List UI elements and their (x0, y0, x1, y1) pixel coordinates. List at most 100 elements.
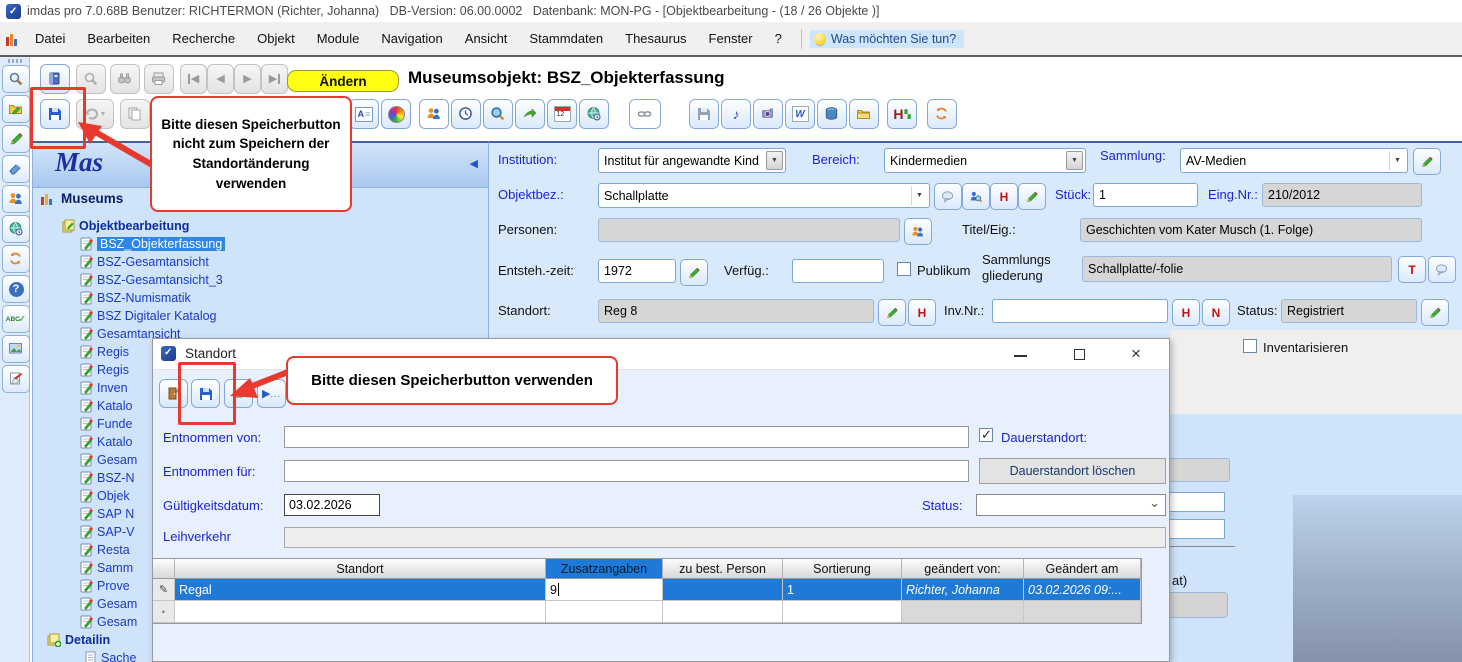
menu-bearbeiten[interactable]: Bearbeiten (76, 28, 161, 49)
dropdown-arrow-icon[interactable] (1389, 151, 1405, 170)
rail-drag-handle[interactable] (8, 59, 22, 63)
tree-item[interactable]: Resta (79, 541, 130, 559)
menu-navigation[interactable]: Navigation (370, 28, 453, 49)
dauerstandort-checkbox[interactable] (979, 428, 993, 442)
standort-edit-button[interactable] (878, 299, 906, 326)
tree-item[interactable]: BSZ-Gesamtansicht (79, 253, 209, 271)
tree-item[interactable]: Funde (79, 415, 132, 433)
col-sortierung[interactable]: Sortierung (783, 559, 902, 579)
menu-recherche[interactable]: Recherche (161, 28, 246, 49)
tree-root-objektbearbeitung[interactable]: Objektbearbeitung (61, 217, 189, 235)
tree-item[interactable]: SAP N (79, 505, 134, 523)
rail-help-button[interactable]: ? (2, 275, 30, 303)
first-record-button[interactable]: ◀ (180, 64, 207, 94)
rail-search-button[interactable] (2, 65, 30, 93)
tree-item[interactable]: Samm (79, 559, 133, 577)
inventarisieren-checkbox[interactable] (1243, 339, 1257, 353)
folder-button[interactable] (849, 99, 879, 129)
col-zusatzangaben[interactable]: Zusatzangaben (546, 559, 663, 579)
minimize-icon[interactable] (1014, 355, 1027, 357)
tree-item[interactable]: BSZ-Gesamtansicht_3 (79, 271, 223, 289)
entstehzeit-input[interactable]: 1972 (598, 259, 676, 283)
gueltigkeitsdatum-input[interactable]: 03.02.2026 (284, 494, 380, 516)
sammlung-combo[interactable]: AV-Medien (1180, 148, 1408, 173)
tree-item[interactable]: Sache (83, 649, 136, 662)
video-button[interactable] (753, 99, 783, 129)
tree-item-selected[interactable]: BSZ_Objekterfassung (79, 235, 225, 253)
tree-item[interactable]: Gesam (79, 595, 137, 613)
last-record-button[interactable]: ▶ (261, 64, 288, 94)
rail-refresh-button[interactable] (2, 245, 30, 273)
objektbez-comment-button[interactable] (934, 183, 962, 210)
dialog-status-dropdown[interactable] (976, 494, 1166, 516)
thesaurus-button[interactable]: T (1398, 256, 1426, 283)
cell-sortierung[interactable] (783, 601, 902, 623)
media-save-button[interactable] (689, 99, 719, 129)
status-edit-button[interactable] (1421, 299, 1449, 326)
tree-item[interactable]: Regis (79, 343, 129, 361)
tree-item[interactable]: Prove (79, 577, 130, 595)
export-button[interactable] (515, 99, 545, 129)
cell-zu-best-person[interactable] (663, 601, 783, 623)
cell-zusatzangaben-editing[interactable]: 9 (546, 579, 663, 601)
rail-erase-button[interactable] (2, 155, 30, 183)
print-button-disabled[interactable] (144, 64, 174, 94)
entnommen-fuer-input[interactable] (284, 460, 969, 482)
rail-edit-button[interactable] (2, 125, 30, 153)
invnr-input[interactable] (992, 299, 1168, 323)
tree-item[interactable]: BSZ-Numismatik (79, 289, 191, 307)
cell-sortierung[interactable]: 1 (783, 579, 902, 601)
personen-button[interactable] (904, 218, 932, 245)
gliederung-comment-button[interactable] (1428, 256, 1456, 283)
cell-zu-best-person[interactable] (663, 579, 783, 601)
dropdown-arrow-icon[interactable] (1066, 151, 1083, 170)
col-geaendert-von[interactable]: geändert von: (902, 559, 1024, 579)
archive-button[interactable] (817, 99, 847, 129)
tree-item[interactable]: SAP-V (79, 523, 135, 541)
menu-datei[interactable]: Datei (24, 28, 76, 49)
col-zu-best-person[interactable]: zu best. Person (663, 559, 783, 579)
persons-button[interactable] (419, 99, 449, 129)
menu-stammdaten[interactable]: Stammdaten (518, 28, 614, 49)
next-record-button[interactable]: ▶ (234, 64, 261, 94)
color-button[interactable] (381, 99, 411, 129)
cell-standort[interactable] (175, 601, 546, 623)
menu-thesaurus[interactable]: Thesaurus (614, 28, 697, 49)
cell-geaendert-am[interactable]: 03.02.2026 09:... (1024, 579, 1141, 601)
tree-item[interactable]: Objek (79, 487, 130, 505)
word-button[interactable]: W (785, 99, 815, 129)
tree-root-detailinfo[interactable]: Detailin (47, 631, 110, 649)
dropdown-arrow-icon[interactable] (911, 186, 927, 205)
prev-record-button[interactable]: ◀ (207, 64, 234, 94)
verfueg-input[interactable] (792, 259, 884, 283)
tree-item[interactable]: Katalo (79, 397, 132, 415)
textmodule-button[interactable]: A≡ (349, 99, 379, 129)
rail-image-button[interactable] (2, 335, 30, 363)
stueck-input[interactable]: 1 (1093, 183, 1198, 207)
rail-persons-button[interactable] (2, 185, 30, 213)
dropdown-arrow-icon[interactable] (766, 151, 783, 170)
panel-collapse-icon[interactable]: ◀ (470, 157, 478, 170)
link-button[interactable] (629, 99, 661, 129)
menu-objekt[interactable]: Objekt (246, 28, 306, 49)
entstehzeit-edit-button[interactable] (680, 259, 708, 286)
assistant-prompt[interactable]: Was möchten Sie tun? (810, 30, 964, 48)
normdaten-button[interactable]: N (1202, 299, 1230, 326)
menu-ansicht[interactable]: Ansicht (454, 28, 519, 49)
dauerstandort-loeschen-button[interactable]: Dauerstandort löschen (979, 458, 1166, 484)
tree-item[interactable]: Gesam (79, 613, 137, 631)
menu-fenster[interactable]: Fenster (698, 28, 764, 49)
invnr-hierarchy-button[interactable]: H (1172, 299, 1200, 326)
objektbez-edit-button[interactable] (1018, 183, 1046, 210)
maximize-icon[interactable] (1074, 349, 1085, 360)
col-standort[interactable]: Standort (175, 559, 546, 579)
audio-button[interactable]: ♪ (721, 99, 751, 129)
tree-item[interactable]: BSZ Digitaler Katalog (79, 307, 217, 325)
tree-item[interactable]: Inven (79, 379, 128, 397)
bereich-combo[interactable]: Kindermedien (884, 148, 1086, 173)
history-button[interactable] (451, 99, 481, 129)
detail-search-button[interactable] (483, 99, 513, 129)
rail-globe-button[interactable] (2, 215, 30, 243)
col-geaendert-am[interactable]: Geändert am (1024, 559, 1141, 579)
calendar-button[interactable]: 12 (547, 99, 577, 129)
